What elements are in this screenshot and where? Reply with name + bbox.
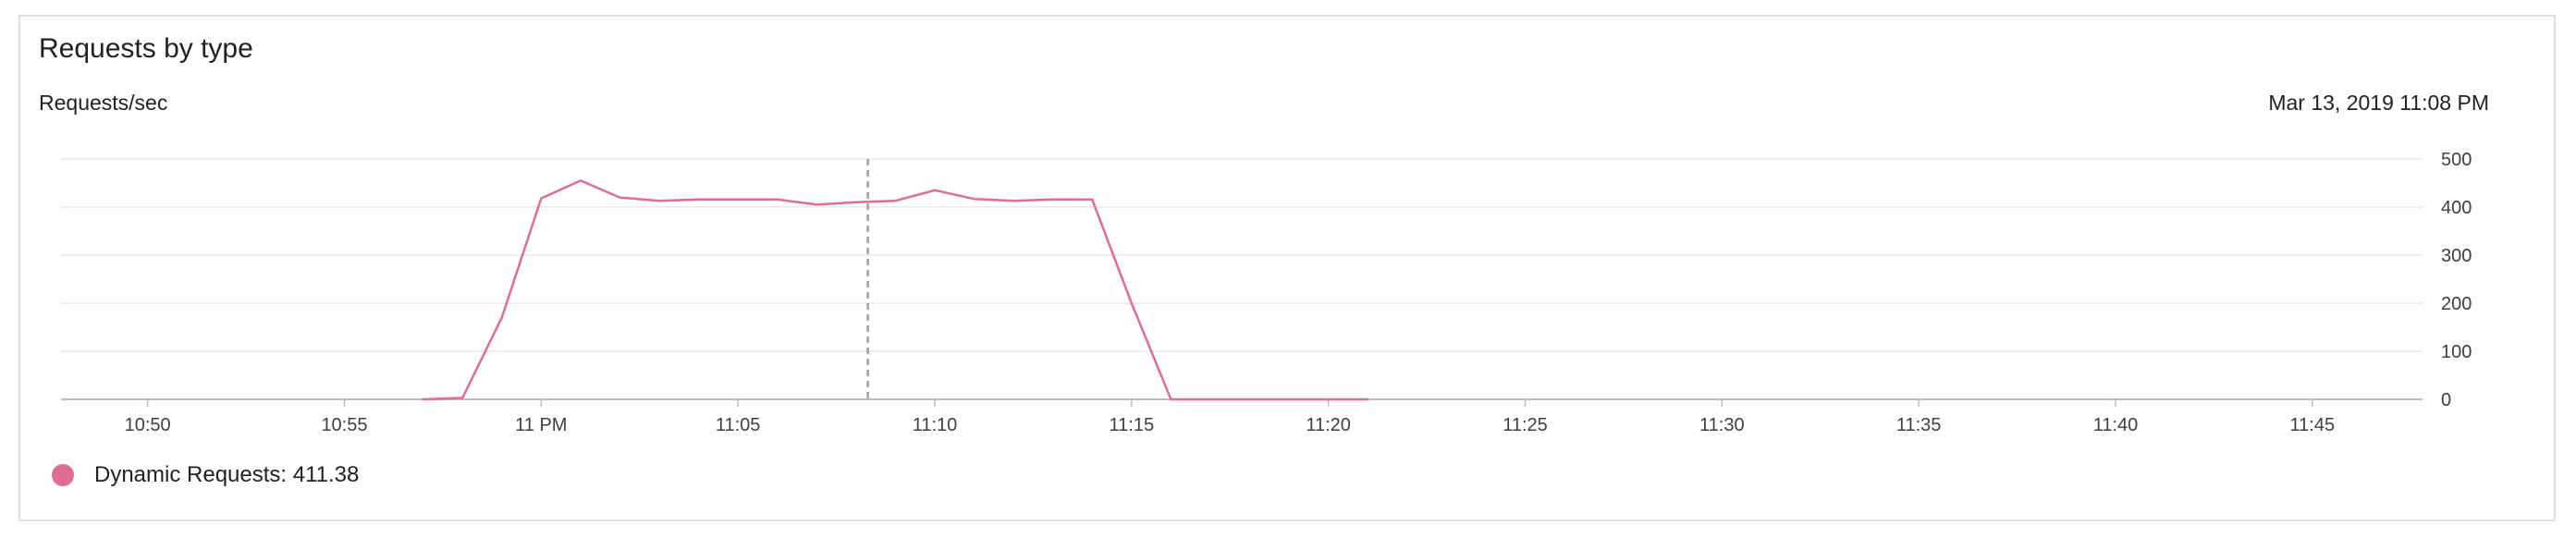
x-tick-label: 10:55 (321, 415, 367, 435)
x-tick-label: 11:15 (1110, 415, 1155, 435)
y-tick-label: 500 (2441, 150, 2472, 170)
x-tick-label: 11:10 (913, 415, 958, 435)
x-tick-label: 11:25 (1503, 415, 1548, 435)
x-tick-label: 10:50 (125, 415, 171, 435)
x-tick-label: 11:35 (1896, 415, 1942, 435)
legend-label: Dynamic Requests: 411.38 (94, 462, 360, 487)
x-tick-label: 11:40 (2093, 415, 2139, 435)
series-line-dynamic-requests (422, 179, 1369, 401)
y-tick-label: 200 (2441, 294, 2472, 314)
y-tick-label: 400 (2441, 198, 2472, 218)
x-tick-label: 11 PM (515, 415, 567, 435)
y-tick-label: 100 (2441, 342, 2472, 362)
legend-color-dot (52, 464, 74, 486)
y-tick-label: 0 (2441, 390, 2451, 410)
x-tick-label: 11:20 (1306, 415, 1351, 435)
requests-line-chart[interactable]: 0 100 200 300 400 500 10:50 10:55 11 PM 11:05 11:1… (0, 0, 2576, 538)
chart-legend[interactable]: Dynamic Requests: 411.38 (52, 462, 359, 488)
x-tick-label: 11:05 (716, 415, 761, 435)
x-tick-label: 11:45 (2290, 415, 2336, 435)
y-tick-label: 300 (2441, 246, 2472, 266)
x-tick-label: 11:30 (1699, 415, 1745, 435)
